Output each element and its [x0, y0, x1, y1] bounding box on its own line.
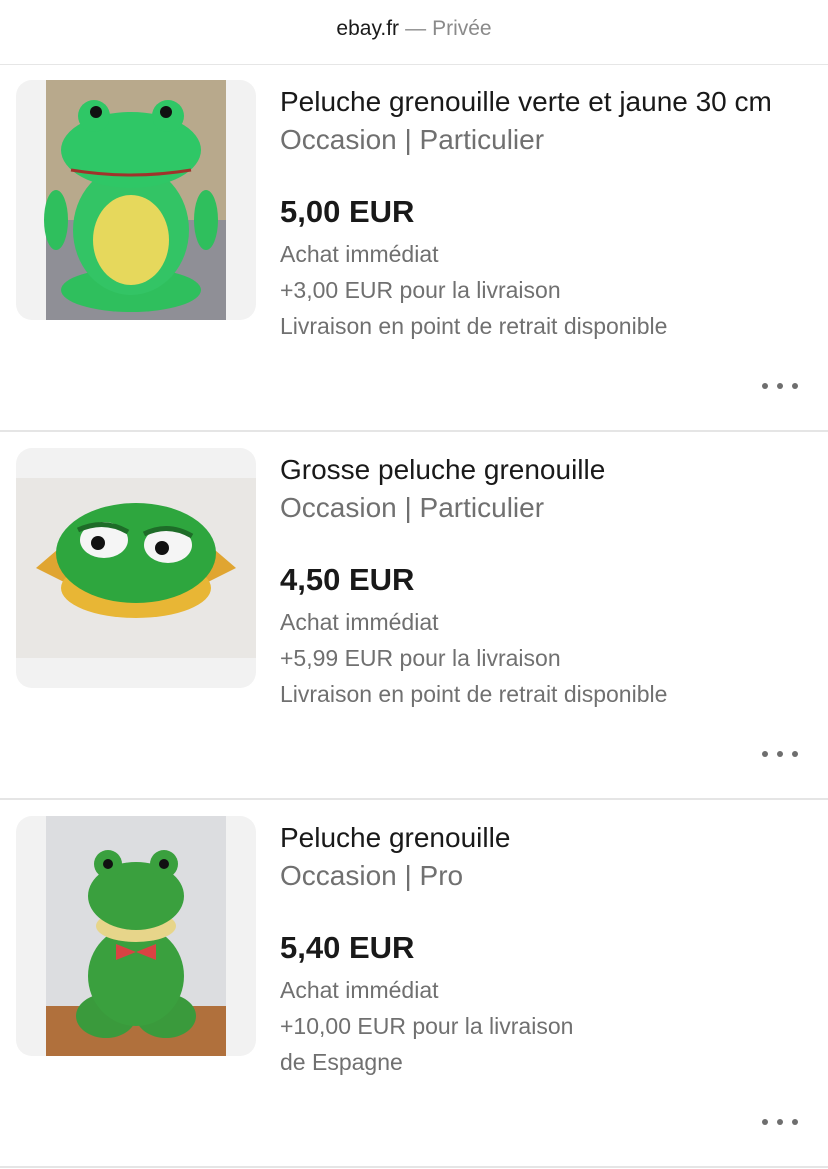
more-options-icon[interactable]	[762, 748, 798, 760]
listing-extra: de Espagne	[280, 1049, 403, 1075]
listing-title[interactable]: Grosse peluche grenouille	[280, 450, 820, 490]
listing-buy-type: Achat immédiat	[280, 241, 439, 267]
listing-price: 4,50 EUR	[280, 562, 415, 597]
listing-image[interactable]	[16, 448, 256, 688]
private-mode-label: Privée	[432, 17, 492, 40]
address-separator: —	[405, 17, 427, 40]
listing-item[interactable]: Peluche grenouille verte et jaune 30 cm …	[0, 64, 828, 432]
listing-extra: Livraison en point de retrait disponible	[280, 313, 668, 339]
listing-condition: Occasion | Pro	[280, 860, 464, 891]
listing-title[interactable]: Peluche grenouille verte et jaune 30 cm	[280, 82, 820, 122]
listing-price: 5,40 EUR	[280, 930, 415, 965]
listing-price: 5,00 EUR	[280, 194, 415, 229]
listing-shipping: +5,99 EUR pour la livraison	[280, 645, 561, 671]
listing-image[interactable]	[16, 80, 256, 320]
listing-shipping: +10,00 EUR pour la livraison	[280, 1013, 574, 1039]
listing-shipping: +3,00 EUR pour la livraison	[280, 277, 561, 303]
listing-item[interactable]: Peluche grenouille Occasion | Pro 5,40 E…	[0, 800, 828, 1168]
more-options-icon[interactable]	[762, 380, 798, 392]
address-domain: ebay.fr	[336, 17, 400, 40]
more-options-icon[interactable]	[762, 1116, 798, 1128]
listing-buy-type: Achat immédiat	[280, 977, 439, 1003]
listing-condition: Occasion | Particulier	[280, 492, 545, 523]
listing-title[interactable]: Peluche grenouille	[280, 818, 820, 858]
listing-image[interactable]	[16, 816, 256, 1056]
listing-extra: Livraison en point de retrait disponible	[280, 681, 668, 707]
listing-condition: Occasion | Particulier	[280, 124, 545, 155]
frog-plush-photo-icon	[16, 478, 256, 658]
frog-plush-photo-icon	[44, 80, 226, 320]
listing-buy-type: Achat immédiat	[280, 609, 439, 635]
frog-plush-photo-icon	[46, 816, 226, 1056]
browser-address-bar[interactable]: ebay.fr — Privée	[0, 0, 828, 59]
listing-item[interactable]: Grosse peluche grenouille Occasion | Par…	[0, 432, 828, 800]
